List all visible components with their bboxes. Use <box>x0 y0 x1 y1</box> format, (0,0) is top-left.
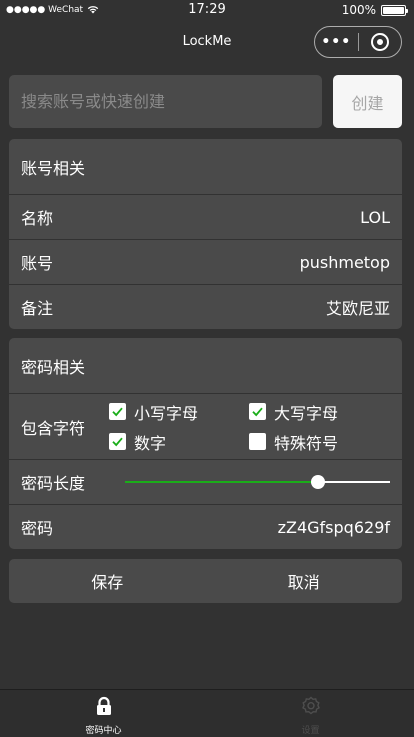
password-card: 密码相关 包含字符 小写字母 大写字母 数字 特殊符号 密码长度 密码 zZ4G… <box>9 338 402 549</box>
option-uppercase[interactable]: 大写字母 <box>249 400 341 424</box>
length-label: 密码长度 <box>21 474 86 493</box>
option-symbols[interactable]: 特殊符号 <box>249 430 341 454</box>
tab-settings-label: 设置 <box>301 726 320 736</box>
target-icon <box>370 33 389 51</box>
password-value[interactable]: zZ4Gfspq629f <box>278 518 390 537</box>
status-bar: ●●●●● WeChat 17:29 100% <box>0 0 414 20</box>
password-header: 密码相关 <box>9 338 402 393</box>
account-name-value[interactable]: LOL <box>360 208 390 227</box>
account-header-label: 账号相关 <box>21 158 86 178</box>
battery-percent: 100% <box>341 3 376 17</box>
action-bar: 保存 取消 <box>9 559 402 603</box>
cancel-button[interactable]: 取消 <box>206 559 403 603</box>
lowercase-label: 小写字母 <box>134 403 199 423</box>
account-name-label: 名称 <box>21 209 54 228</box>
account-id-row[interactable]: 账号 pushmetop <box>9 239 402 284</box>
more-icon[interactable]: ••• <box>315 34 358 50</box>
symbols-label: 特殊符号 <box>274 433 339 453</box>
account-note-label: 备注 <box>21 299 54 318</box>
battery-group: 100% <box>341 3 408 17</box>
length-row: 密码长度 <box>9 459 402 504</box>
account-id-label: 账号 <box>21 254 54 273</box>
account-card: 账号相关 名称 LOL 账号 pushmetop 备注 艾欧尼亚 <box>9 139 402 329</box>
digits-checkbox[interactable] <box>109 433 127 450</box>
create-button[interactable]: 创建 <box>333 75 402 128</box>
tab-bar: 密码中心 设置 <box>0 689 414 737</box>
password-label: 密码 <box>21 519 54 538</box>
account-name-row[interactable]: 名称 LOL <box>9 194 402 239</box>
lock-icon <box>94 696 114 719</box>
uppercase-checkbox[interactable] <box>249 403 267 420</box>
account-note-row[interactable]: 备注 艾欧尼亚 <box>9 284 402 329</box>
option-lowercase[interactable]: 小写字母 <box>109 400 249 424</box>
search-input[interactable] <box>9 75 322 128</box>
symbols-checkbox[interactable] <box>249 433 267 450</box>
charset-options: 小写字母 大写字母 数字 特殊符号 <box>109 400 341 454</box>
save-button[interactable]: 保存 <box>9 559 206 603</box>
option-digits[interactable]: 数字 <box>109 430 249 454</box>
lowercase-checkbox[interactable] <box>109 403 127 420</box>
password-row: 密码 zZ4Gfspq629f <box>9 504 402 549</box>
digits-label: 数字 <box>134 433 167 453</box>
account-id-value[interactable]: pushmetop <box>300 253 390 272</box>
charset-row: 包含字符 小写字母 大写字母 数字 特殊符号 <box>9 393 402 459</box>
mini-program-capsule: ••• <box>314 26 402 58</box>
tab-password-center-label: 密码中心 <box>85 726 122 736</box>
battery-icon <box>381 4 408 16</box>
password-header-label: 密码相关 <box>21 357 86 377</box>
account-note-value[interactable]: 艾欧尼亚 <box>326 295 390 319</box>
length-slider[interactable] <box>125 472 390 492</box>
slider-handle[interactable] <box>311 475 326 489</box>
account-header: 账号相关 <box>9 139 402 194</box>
tab-settings[interactable]: 设置 <box>207 690 414 737</box>
charset-label: 包含字符 <box>21 418 86 438</box>
close-capsule-button[interactable] <box>358 33 401 51</box>
uppercase-label: 大写字母 <box>274 403 339 423</box>
slider-progress <box>125 481 319 483</box>
gear-icon <box>301 696 321 719</box>
nav-bar: LockMe ••• <box>0 20 414 64</box>
tab-password-center[interactable]: 密码中心 <box>0 690 207 737</box>
